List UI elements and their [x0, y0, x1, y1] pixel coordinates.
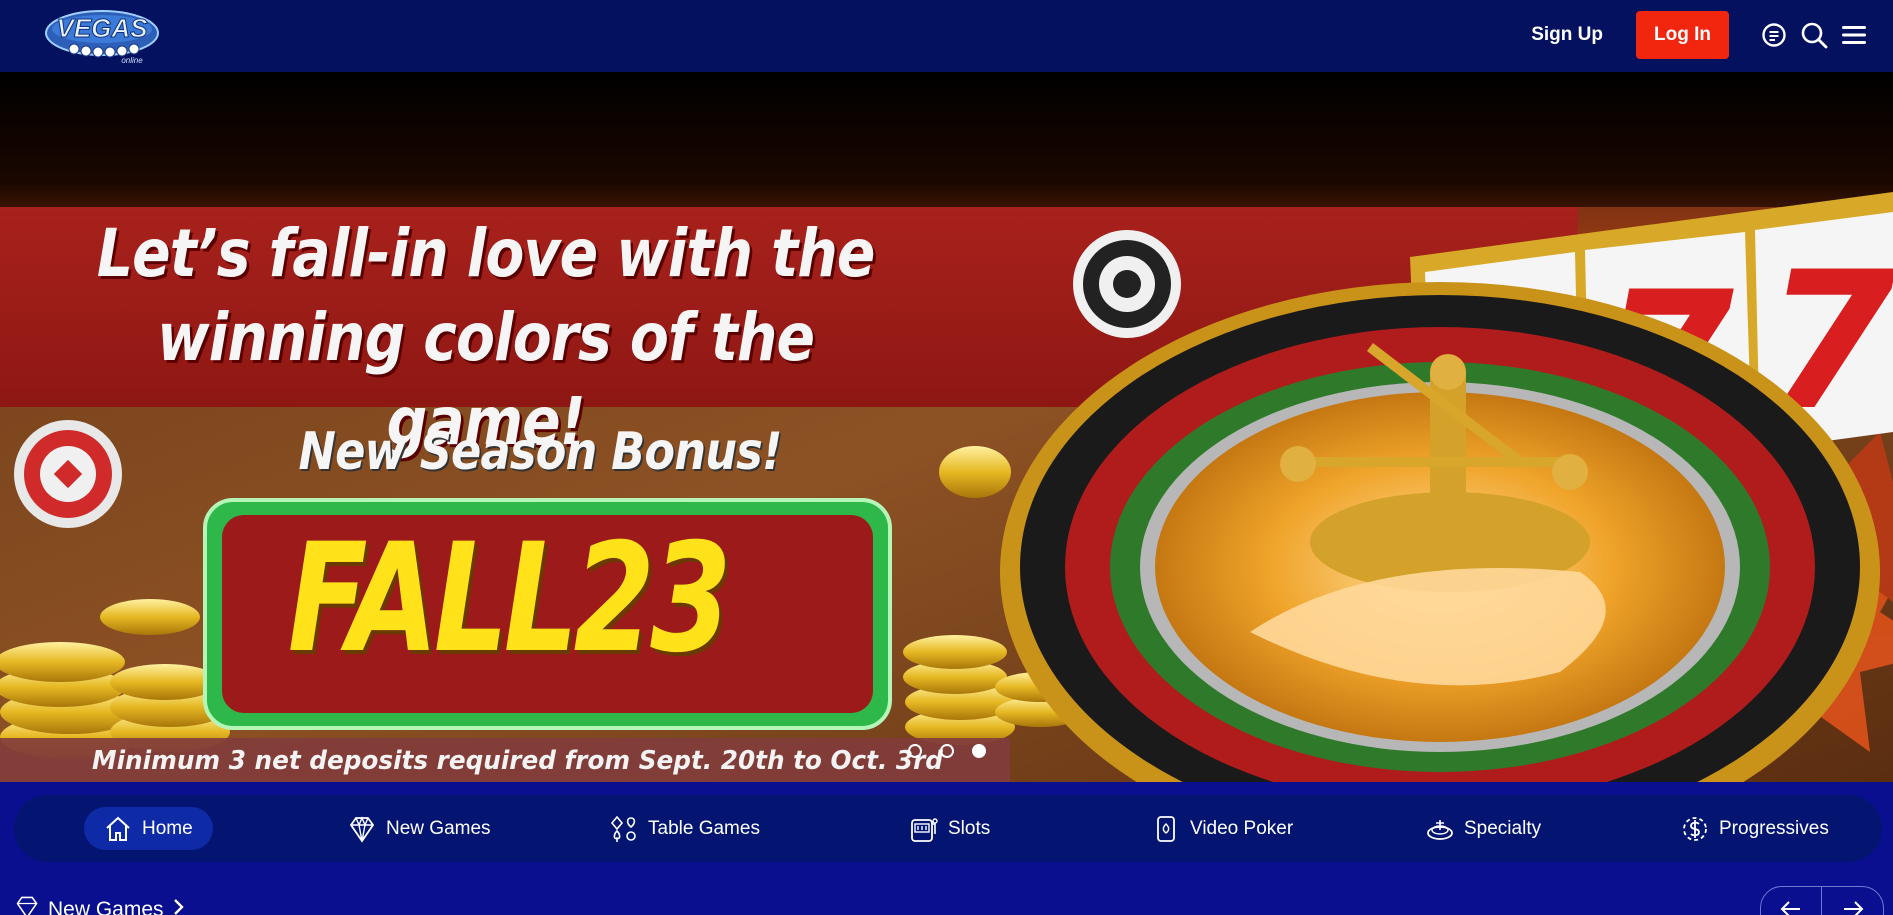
home-icon: [102, 813, 134, 845]
svg-text:online: online: [121, 56, 143, 65]
diamond-icon: [346, 813, 378, 845]
site-logo[interactable]: VEGAS online: [44, 6, 160, 66]
menu-icon[interactable]: [1839, 20, 1869, 50]
category-label: Specialty: [1464, 817, 1542, 839]
poker-card-icon: [1150, 813, 1182, 845]
category-nav: Home New Games Table Games Slots Video P…: [14, 795, 1882, 862]
hero-subheadline: New Season Bonus!: [298, 422, 783, 482]
carousel-dots: [908, 744, 1004, 758]
hero-disclaimer-bar: Minimum 3 net deposits required from Sep…: [0, 738, 1010, 782]
category-label: Video Poker: [1190, 817, 1294, 839]
specialty-icon: [1424, 813, 1456, 845]
carousel-arrows: [1760, 886, 1884, 915]
category-specialty[interactable]: Specialty: [1424, 807, 1541, 850]
category-new-games[interactable]: New Games: [346, 807, 491, 850]
category-progressives[interactable]: Progressives: [1679, 807, 1829, 850]
arrow-right-icon: [1842, 897, 1864, 915]
slot-machine-icon: [908, 813, 940, 845]
category-video-poker[interactable]: Video Poker: [1150, 807, 1293, 850]
section-header-new-games[interactable]: New Games: [14, 894, 184, 915]
dollar-icon: [1679, 813, 1711, 845]
chat-icon[interactable]: [1759, 20, 1789, 50]
promo-code: FALL23: [287, 512, 732, 686]
next-button[interactable]: [1822, 886, 1884, 915]
search-icon[interactable]: [1799, 20, 1829, 50]
sign-up-link[interactable]: Sign Up: [1531, 24, 1603, 46]
arrow-left-icon: [1780, 897, 1802, 915]
carousel-dot-2[interactable]: [940, 744, 954, 758]
category-label: Table Games: [648, 817, 760, 839]
header-actions: Sign Up Log In: [1531, 11, 1869, 59]
category-label: Slots: [948, 817, 991, 839]
diamond-icon: [14, 894, 40, 915]
category-label: New Games: [386, 817, 491, 839]
category-table-games[interactable]: Table Games: [608, 807, 760, 850]
hero-disclaimer: Minimum 3 net deposits required from Sep…: [92, 746, 943, 776]
section-title: New Games: [48, 898, 164, 915]
site-header: VEGAS online Sign Up Log In: [0, 0, 1893, 72]
card-suits-icon: [608, 813, 640, 845]
carousel-dot-3[interactable]: [972, 744, 986, 758]
hero-banner[interactable]: 7 7 7: [0, 72, 1893, 782]
log-in-button[interactable]: Log In: [1636, 11, 1729, 59]
category-label: Home: [142, 817, 193, 839]
category-slots[interactable]: Slots: [908, 807, 990, 850]
prev-button[interactable]: [1760, 886, 1822, 915]
carousel-dot-1[interactable]: [908, 744, 922, 758]
chevron-right-icon: [172, 898, 184, 915]
svg-text:VEGAS: VEGAS: [56, 13, 148, 43]
category-label: Progressives: [1719, 817, 1829, 839]
category-home[interactable]: Home: [84, 807, 213, 850]
